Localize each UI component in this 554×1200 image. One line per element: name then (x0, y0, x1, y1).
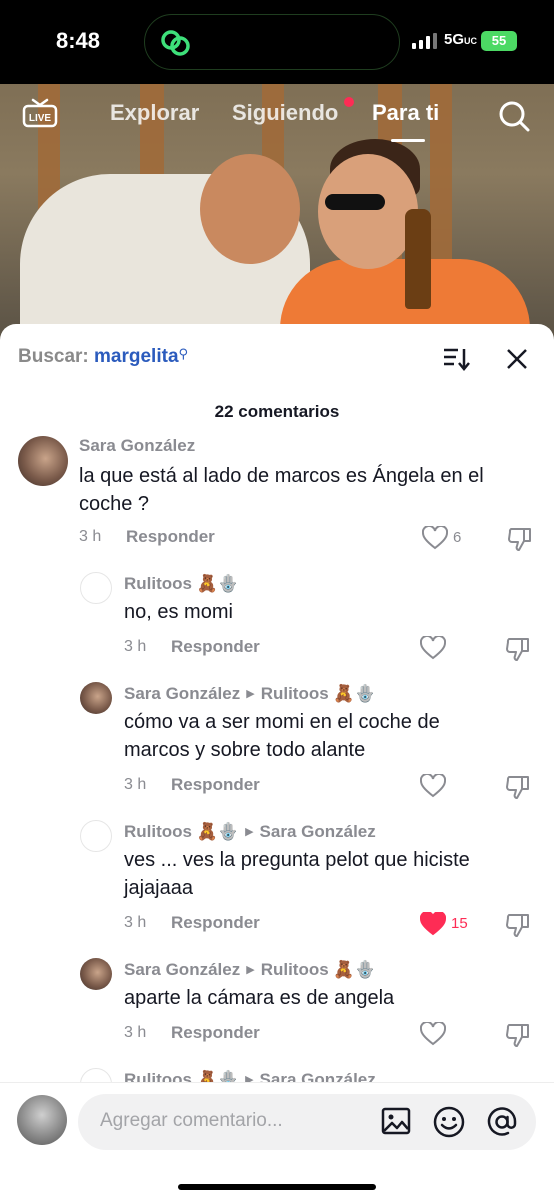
comment-username[interactable]: Sara González (79, 436, 195, 456)
heart-icon[interactable] (420, 774, 446, 798)
comment-time: 3 h (124, 914, 147, 931)
comment-username[interactable]: Sara González ▶ Rulitoos 🧸🪬 (124, 960, 376, 980)
comment-text: aparte la cámara es de angela (124, 987, 395, 1009)
comment-composer: Agregar comentario... (0, 1082, 554, 1200)
notification-dot (344, 97, 354, 107)
dynamic-island[interactable] (144, 14, 400, 70)
dislike-icon[interactable] (505, 912, 531, 938)
comment-time: 3 h (124, 776, 147, 793)
comment-time: 3 h (124, 638, 147, 655)
svg-text:LIVE: LIVE (29, 113, 52, 124)
reply-button[interactable]: Responder (171, 775, 260, 795)
avatar[interactable] (18, 436, 68, 486)
clock: 8:48 (56, 28, 101, 53)
avatar[interactable] (80, 682, 112, 714)
like-count: 6 (453, 529, 462, 546)
comment-time: 3 h (79, 528, 102, 545)
comment-text: cómo va a ser momi en el coche de marcos… (124, 711, 440, 761)
network-label: 5GUC (444, 31, 478, 48)
app-link-icon (161, 30, 190, 56)
search-term[interactable]: margelita (94, 346, 178, 367)
comment-search[interactable]: Buscar: margelita⚲ (18, 346, 188, 368)
signal-icon (412, 33, 437, 49)
comment-username[interactable]: Sara González ▶ Rulitoos 🧸🪬 (124, 684, 376, 704)
comment-placeholder[interactable]: Agregar comentario... (100, 1110, 283, 1132)
top-nav: LIVE Explorar Siguiendo Para ti (0, 84, 554, 144)
heart-icon[interactable] (422, 526, 448, 550)
comment-username[interactable]: Rulitoos 🧸🪬 (124, 574, 239, 594)
sort-icon[interactable] (442, 346, 470, 372)
image-icon[interactable] (381, 1106, 411, 1136)
battery-indicator: 55 (481, 31, 517, 51)
live-icon[interactable]: LIVE (22, 98, 58, 128)
mention-icon[interactable] (486, 1106, 518, 1138)
heart-icon[interactable] (420, 1022, 446, 1046)
reply-button[interactable]: Responder (171, 637, 260, 657)
comment-time: 3 h (124, 1024, 147, 1041)
comments-sheet: Buscar: margelita⚲ 22 comentarios Sara G… (0, 324, 554, 1200)
reply-arrow-icon: ▶ (245, 826, 254, 838)
comment-text: la que está al lado de marcos es Ángela … (79, 465, 484, 515)
dislike-icon[interactable] (505, 1022, 531, 1048)
reply-button[interactable]: Responder (171, 913, 260, 933)
dislike-icon[interactable] (505, 636, 531, 662)
dislike-icon[interactable] (505, 774, 531, 800)
emoji-icon[interactable] (433, 1106, 465, 1138)
like-count: 15 (451, 915, 468, 932)
reply-arrow-icon: ▶ (246, 688, 255, 700)
comment-text: no, es momi (124, 601, 233, 623)
status-bar: 8:48 5GUC 55 (0, 0, 554, 84)
avatar[interactable] (80, 820, 112, 852)
dislike-icon[interactable] (507, 526, 533, 552)
comment-count: 22 comentarios (214, 402, 340, 421)
tab-para-ti[interactable]: Para ti (372, 100, 439, 126)
home-indicator (178, 1184, 376, 1190)
search-small-icon: ⚲ (178, 346, 189, 361)
reply-button[interactable]: Responder (126, 527, 215, 547)
comment-input[interactable]: Agregar comentario... (78, 1094, 536, 1150)
reply-button[interactable]: Responder (171, 1023, 260, 1043)
reply-arrow-icon: ▶ (246, 964, 255, 976)
close-icon[interactable] (506, 348, 528, 370)
search-icon[interactable] (498, 100, 530, 132)
avatar[interactable] (80, 958, 112, 990)
my-avatar[interactable] (17, 1095, 67, 1145)
tab-explorar[interactable]: Explorar (110, 100, 199, 126)
heart-filled-icon[interactable] (420, 912, 446, 936)
comment-text: ves ... ves la pregunta pelot que hicist… (124, 849, 470, 899)
bear-hamsa-emoji: 🧸🪬 (196, 574, 240, 593)
avatar[interactable] (80, 572, 112, 604)
active-tab-indicator (391, 139, 425, 142)
tab-siguiendo[interactable]: Siguiendo (232, 100, 338, 126)
heart-icon[interactable] (420, 636, 446, 660)
comment-username[interactable]: Rulitoos 🧸🪬 ▶ Sara González (124, 822, 376, 842)
